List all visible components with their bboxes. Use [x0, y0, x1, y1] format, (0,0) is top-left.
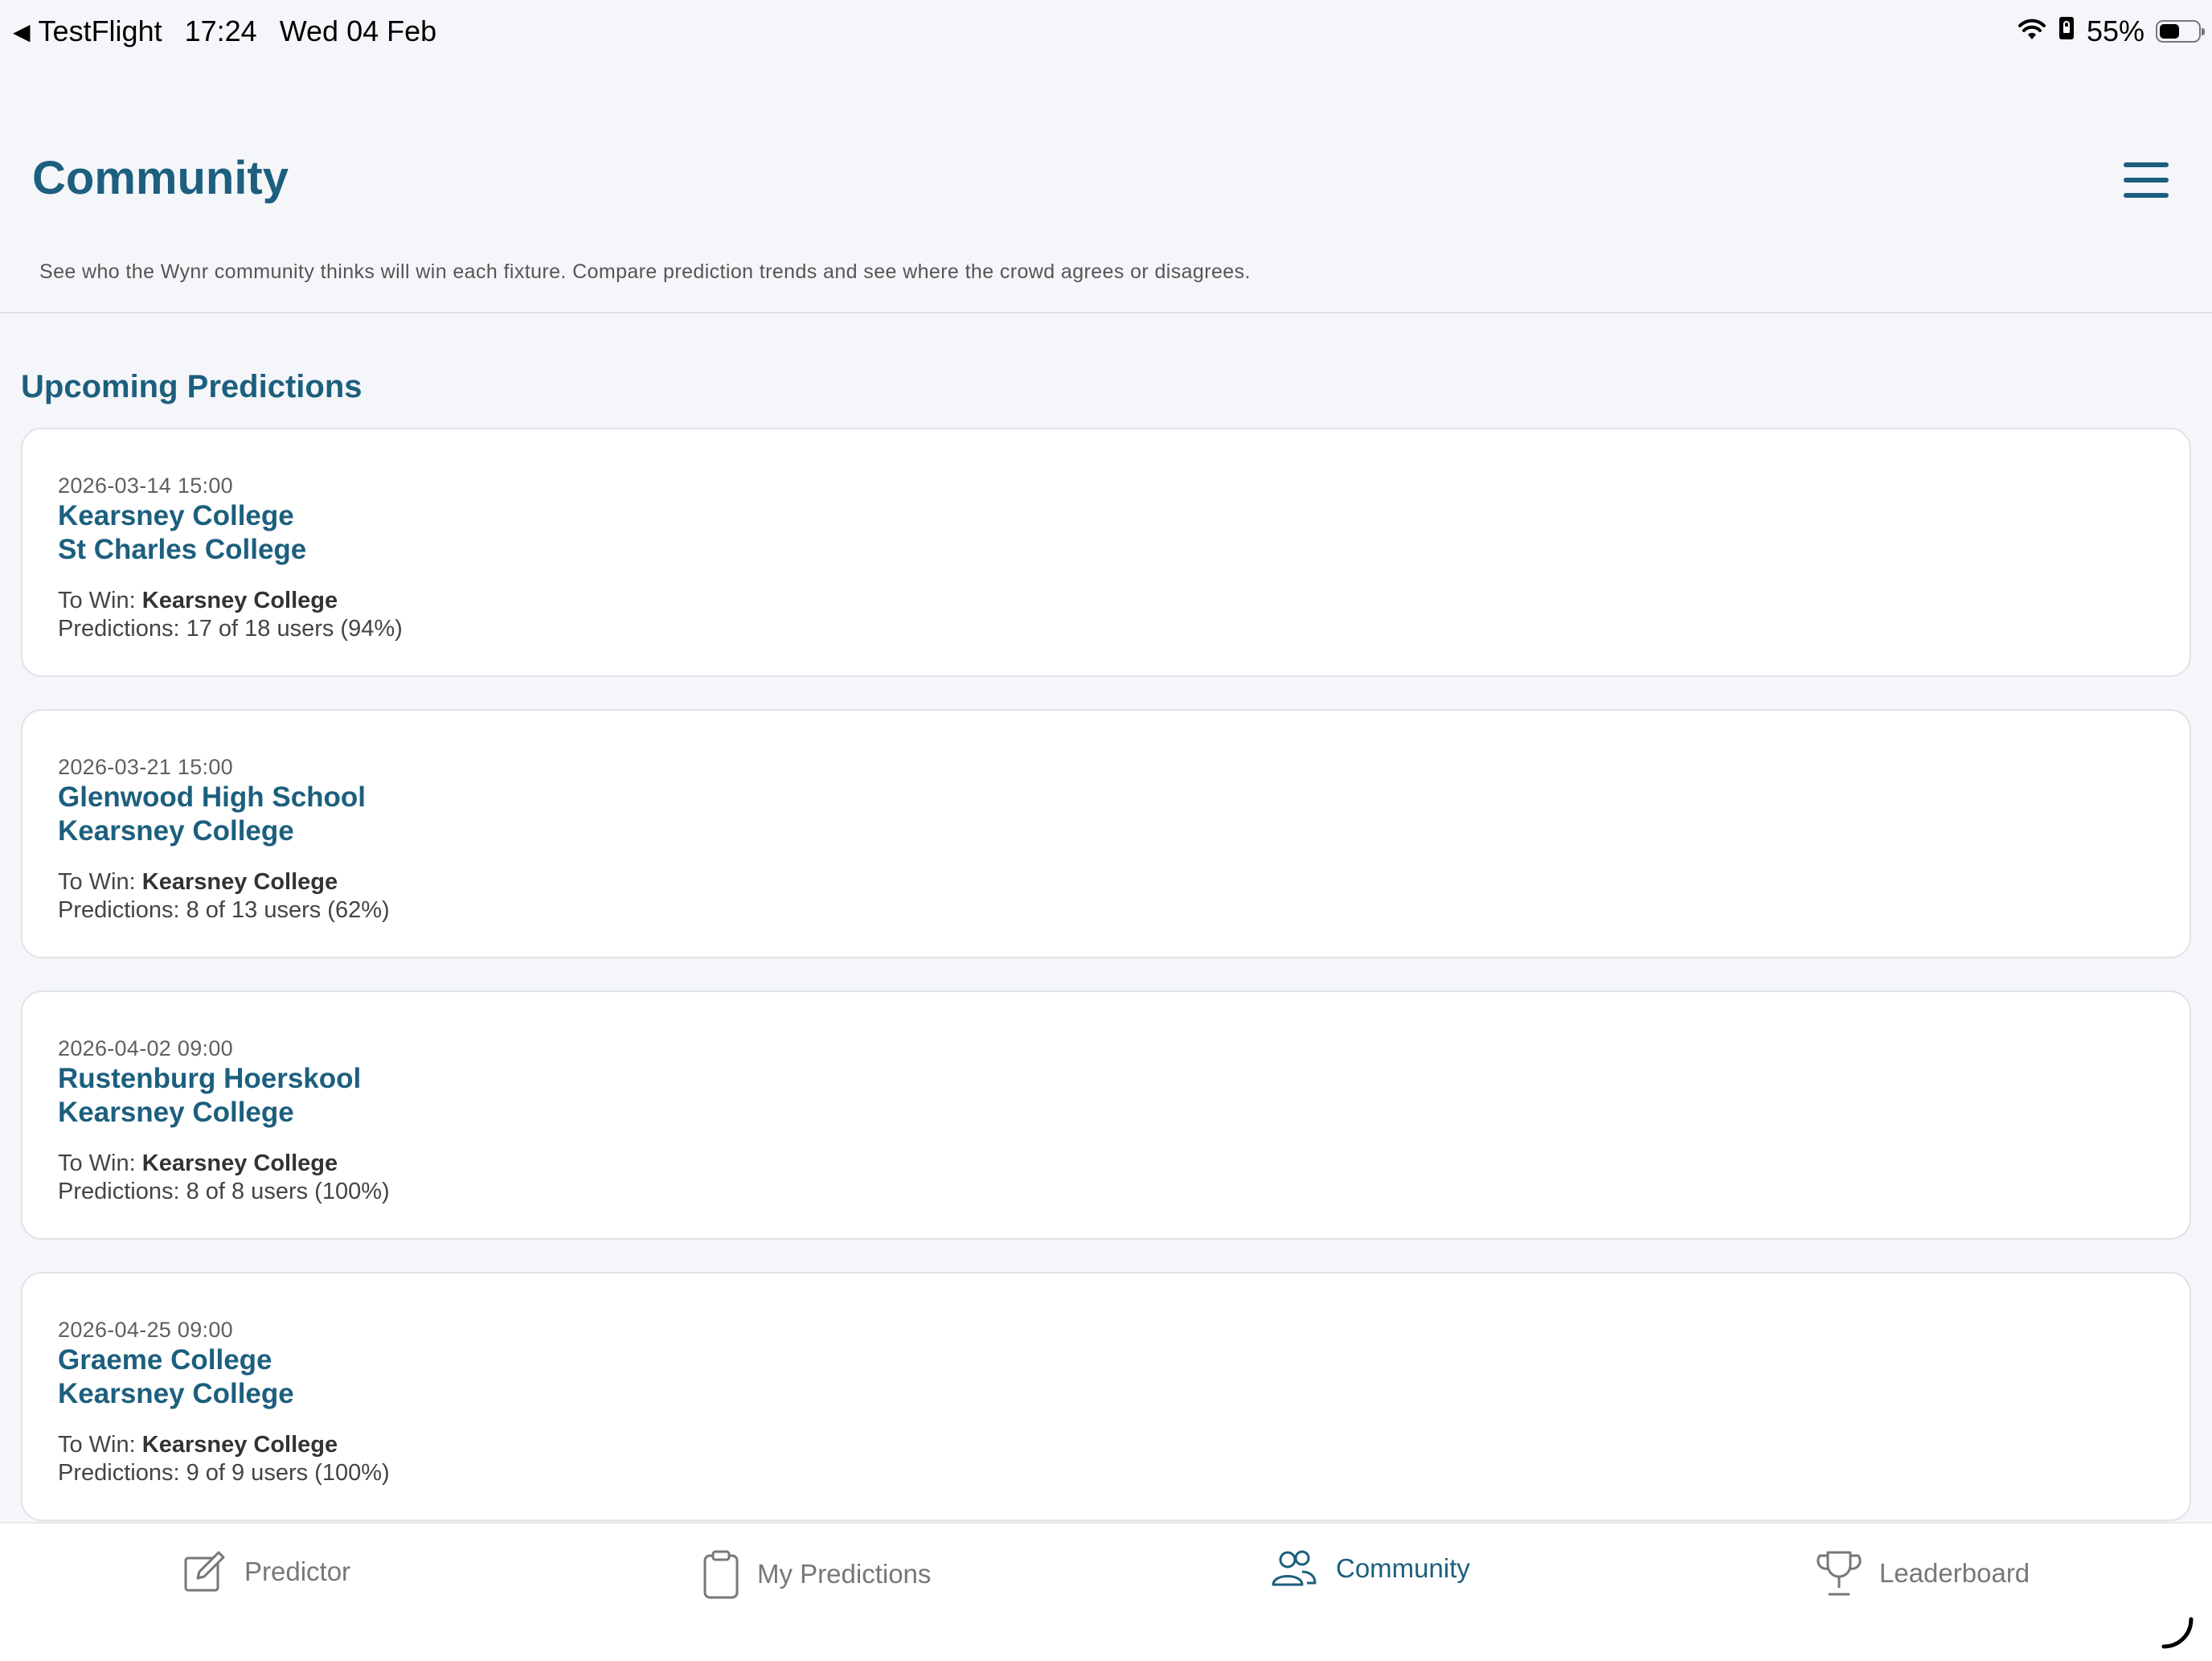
fixture-team-away: St Charles College	[58, 534, 307, 565]
fixture-datetime: 2026-04-02 09:00	[58, 1036, 233, 1060]
tab-label: Leaderboard	[1879, 1558, 2030, 1588]
fixture-team-away: Kearsney College	[58, 1097, 294, 1128]
status-date: Wed 04 Feb	[279, 14, 437, 47]
fixture-to-win: To Win: Kearsney College	[58, 1150, 338, 1177]
fixture-team-home: Rustenburg Hoerskool	[58, 1063, 362, 1094]
fixture-team-home: Kearsney College	[58, 500, 294, 531]
back-to-app-label[interactable]: TestFlight	[39, 14, 162, 48]
fixture-card[interactable]: 2026-04-02 09:00 Rustenburg Hoerskool Ke…	[21, 990, 2191, 1240]
to-win-team: Kearsney College	[141, 1150, 338, 1176]
status-time: 17:24	[184, 14, 257, 47]
fixture-list: 2026-03-14 15:00 Kearsney College St Cha…	[21, 428, 2191, 1553]
tab-community[interactable]: Community	[1270, 1549, 1470, 1588]
fixture-datetime: 2026-04-25 09:00	[58, 1318, 233, 1342]
portrait-lock-icon	[2058, 14, 2075, 48]
tab-leaderboard[interactable]: Leaderboard	[1817, 1549, 2030, 1597]
fixture-datetime: 2026-03-14 15:00	[58, 474, 233, 498]
fixture-team-away: Kearsney College	[58, 1378, 294, 1409]
page-title: Community	[32, 152, 289, 204]
to-win-label: To Win:	[58, 1150, 136, 1176]
fixture-team-home: Graeme College	[58, 1344, 272, 1376]
fixture-to-win: To Win: Kearsney College	[58, 869, 338, 896]
to-win-team: Kearsney College	[141, 588, 338, 613]
fixture-card[interactable]: 2026-03-21 15:00 Glenwood High School Ke…	[21, 709, 2191, 958]
header-divider	[0, 312, 2212, 314]
fixture-predictions: Predictions: 8 of 8 users (100%)	[58, 1179, 390, 1204]
fixture-predictions: Predictions: 17 of 18 users (94%)	[58, 616, 403, 642]
to-win-label: To Win:	[58, 588, 136, 613]
battery-icon	[2156, 20, 2205, 43]
clipboard-icon	[703, 1550, 739, 1599]
hamburger-menu-icon[interactable]	[2124, 162, 2169, 198]
users-icon	[1272, 1550, 1317, 1586]
to-win-label: To Win:	[58, 1432, 136, 1458]
to-win-label: To Win:	[58, 869, 136, 895]
back-arrow-icon[interactable]: ◀	[13, 18, 31, 45]
fixture-predictions: Predictions: 8 of 13 users (62%)	[58, 897, 390, 923]
wifi-icon	[2017, 14, 2046, 48]
corner-resize-icon	[2161, 1617, 2194, 1649]
fixture-to-win: To Win: Kearsney College	[58, 588, 338, 614]
fixture-team-away: Kearsney College	[58, 815, 294, 847]
tab-label: Predictor	[244, 1556, 351, 1586]
fixture-datetime: 2026-03-21 15:00	[58, 755, 233, 779]
tab-bar: Predictor My Predictions Community Leade…	[0, 1522, 2212, 1661]
to-win-team: Kearsney College	[141, 1432, 338, 1458]
status-bar: ◀ TestFlight 17:24 Wed 04 Feb 55%	[0, 0, 2212, 64]
tab-my-predictions[interactable]: My Predictions	[703, 1549, 931, 1599]
section-title: Upcoming Predictions	[21, 369, 363, 404]
trophy-icon	[1817, 1551, 1862, 1596]
status-right: 55%	[2017, 14, 2205, 48]
battery-percent: 55%	[2086, 14, 2144, 47]
fixture-team-home: Glenwood High School	[58, 781, 367, 813]
tab-predictor[interactable]: Predictor	[182, 1549, 350, 1594]
to-win-team: Kearsney College	[141, 869, 338, 895]
page-description: See who the Wynr community thinks will w…	[39, 260, 1251, 283]
fixture-card[interactable]: 2026-04-25 09:00 Graeme College Kearsney…	[21, 1272, 2191, 1521]
fixture-card[interactable]: 2026-03-14 15:00 Kearsney College St Cha…	[21, 428, 2191, 677]
fixture-to-win: To Win: Kearsney College	[58, 1432, 338, 1458]
tab-label: Community	[1336, 1553, 1470, 1583]
edit-icon	[184, 1551, 225, 1592]
status-left: ◀ TestFlight 17:24 Wed 04 Feb	[13, 14, 436, 48]
tab-label: My Predictions	[757, 1559, 932, 1589]
fixture-predictions: Predictions: 9 of 9 users (100%)	[58, 1460, 390, 1486]
